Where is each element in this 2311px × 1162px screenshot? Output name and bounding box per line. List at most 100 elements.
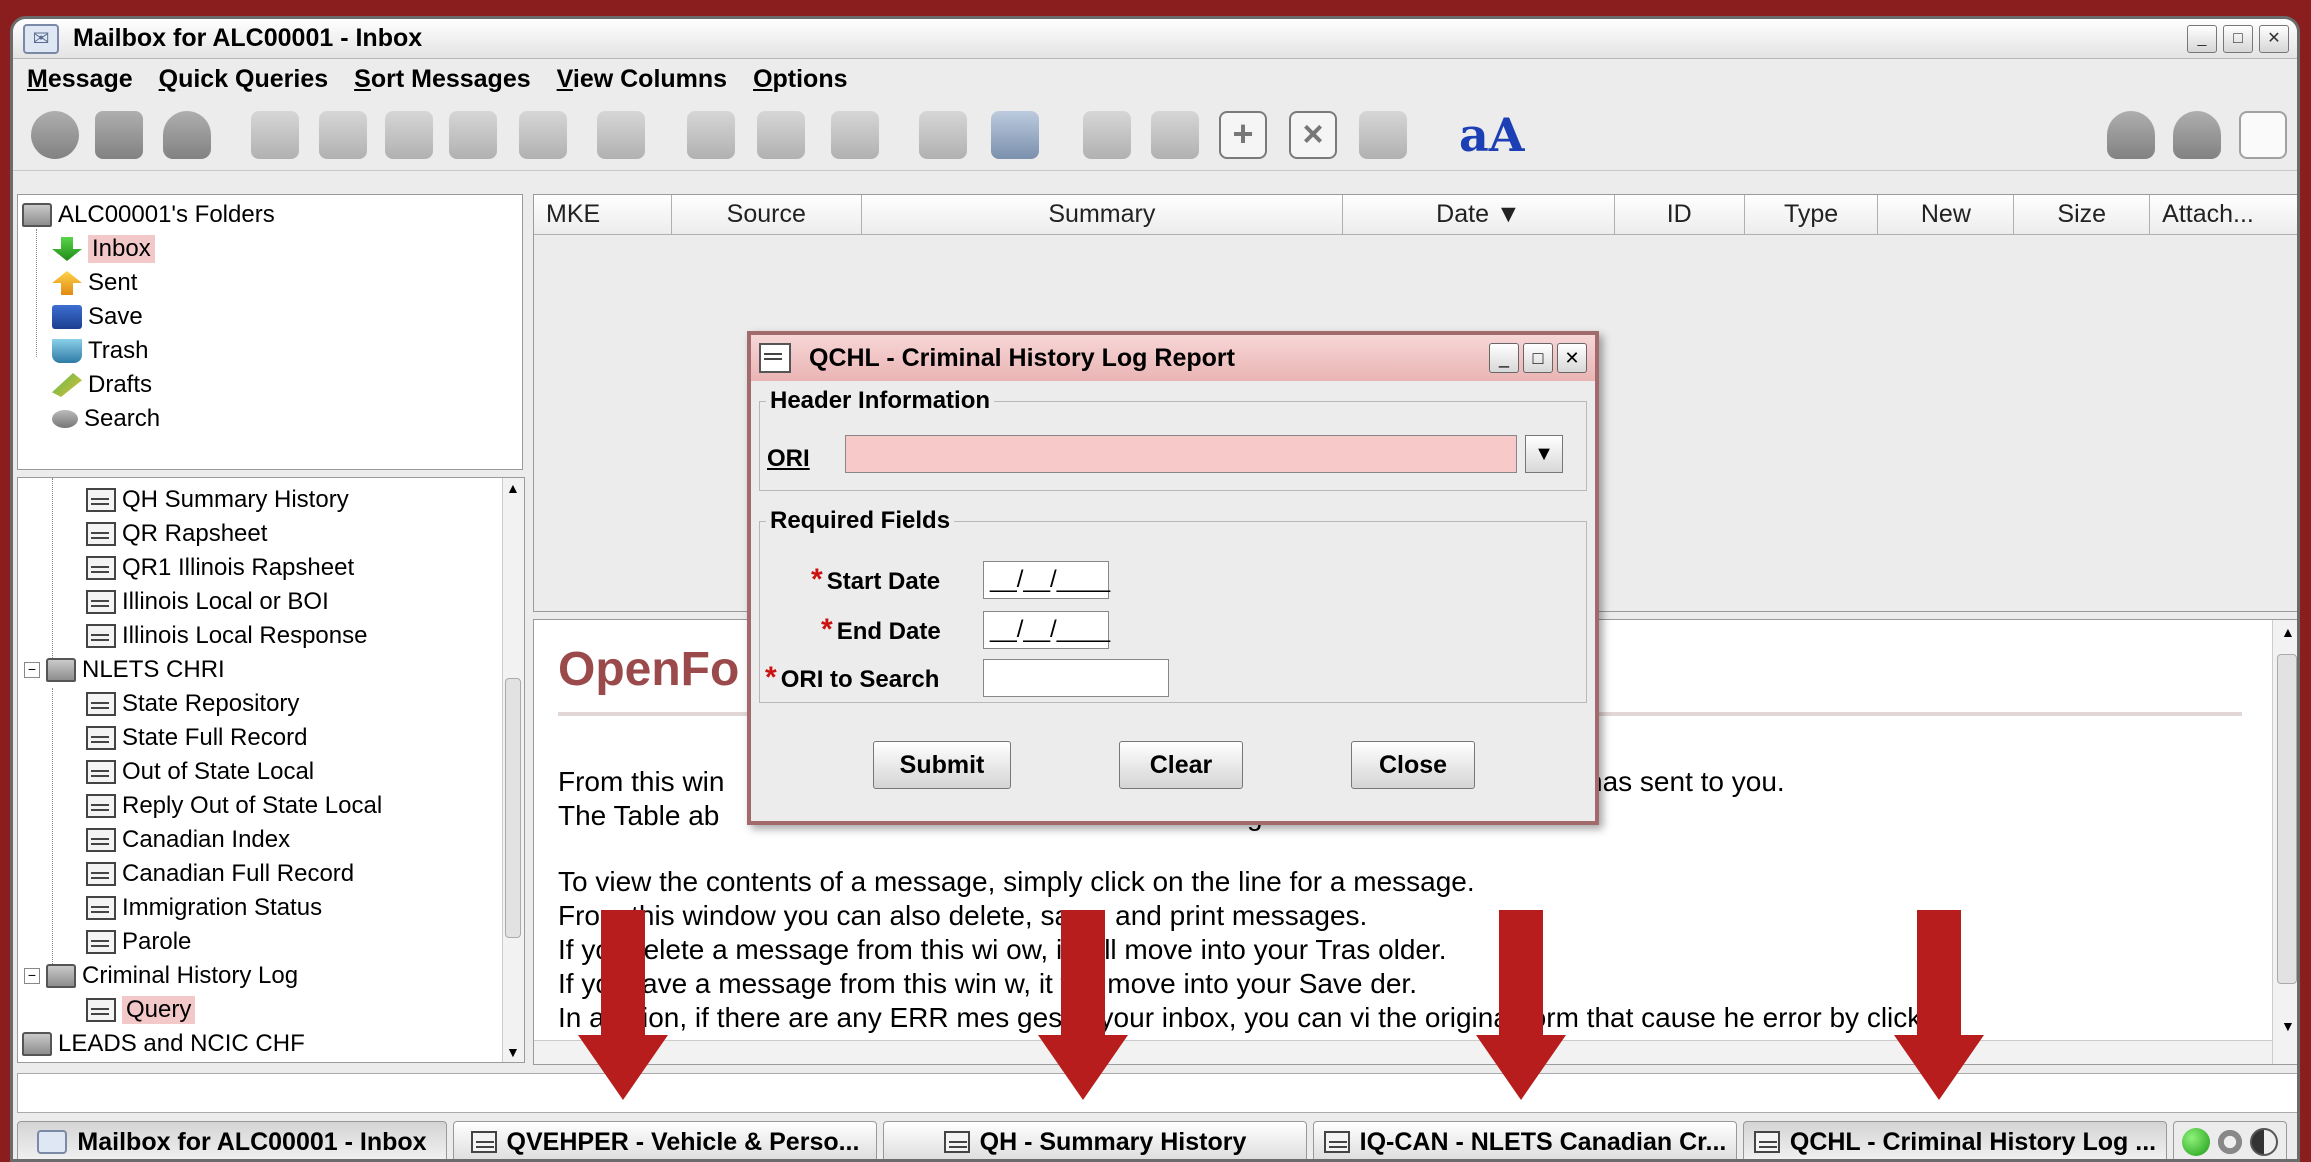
reply-icon[interactable] <box>449 111 497 159</box>
menu-view-columns[interactable]: View Columns <box>557 65 727 94</box>
tree-item[interactable]: QR Rapsheet <box>86 518 267 550</box>
print-icon[interactable] <box>687 111 735 159</box>
col-mke[interactable]: MKE <box>534 195 672 234</box>
dialog-minimize-button[interactable]: _ <box>1489 343 1519 373</box>
dialog-titlebar: QCHL - Criminal History Log Report _ □ ✕ <box>751 335 1595 381</box>
find-message-icon[interactable] <box>319 111 367 159</box>
printer-icon[interactable] <box>919 111 967 159</box>
tree-group-nlets[interactable]: NLETS CHRI <box>46 654 225 686</box>
print-all-icon[interactable] <box>757 111 805 159</box>
folder-inbox[interactable]: Inbox <box>52 233 155 265</box>
form-icon[interactable] <box>1083 111 1131 159</box>
folder-sent[interactable]: Sent <box>52 267 137 299</box>
tree-item[interactable]: State Repository <box>86 688 299 720</box>
col-size[interactable]: Size <box>2014 195 2151 234</box>
minimize-button[interactable]: _ <box>2187 25 2217 53</box>
search-icon[interactable] <box>31 111 79 159</box>
folders-root[interactable]: ALC00001's Folders <box>22 199 275 231</box>
preview-vscrollbar[interactable]: ▲ ▼ <box>2272 620 2297 1064</box>
task-qvehper[interactable]: QVEHPER - Vehicle & Perso... <box>453 1121 877 1159</box>
bin-icon[interactable] <box>2173 111 2221 159</box>
add-icon[interactable]: + <box>1219 111 1267 159</box>
col-attach[interactable]: Attach... <box>2150 195 2297 234</box>
tree-item[interactable]: Canadian Index <box>86 824 290 856</box>
menu-message[interactable]: Message <box>27 65 133 94</box>
tree-item[interactable]: QR1 Illinois Rapsheet <box>86 552 354 584</box>
form-icon <box>470 1131 497 1153</box>
task-qh[interactable]: QH - Summary History <box>883 1121 1307 1159</box>
open-message-icon[interactable] <box>251 111 299 159</box>
tree-group-criminal-history-log[interactable]: Criminal History Log <box>46 960 298 992</box>
close-window-button[interactable]: ✕ <box>2259 25 2289 53</box>
folder-trash[interactable]: Trash <box>52 335 148 367</box>
form-icon <box>86 760 116 784</box>
tree-group-leads[interactable]: LEADS and NCIC CHF <box>22 1028 305 1060</box>
font-size-icon[interactable]: aA <box>1459 111 1525 159</box>
ori-to-search-field[interactable] <box>983 659 1169 697</box>
tree-item[interactable]: Illinois Local or BOI <box>86 586 329 618</box>
task-mailbox[interactable]: Mailbox for ALC00001 - Inbox <box>17 1121 447 1159</box>
blank-icon[interactable] <box>2239 111 2287 159</box>
inbox-arrow-icon <box>52 237 82 261</box>
status-ok-icon[interactable] <box>2182 1128 2210 1156</box>
collapse-nlets-button[interactable]: − <box>24 662 40 678</box>
print-preview-icon[interactable] <box>831 111 879 159</box>
menu-options[interactable]: Options <box>753 65 847 94</box>
chevron-down-icon[interactable]: ▼ <box>1525 435 1563 473</box>
task-qchl[interactable]: QCHL - Criminal History Log ... <box>1743 1121 2167 1159</box>
tree-item[interactable]: Out of State Local <box>86 756 314 788</box>
folder-drafts[interactable]: Drafts <box>52 369 152 401</box>
tree-item[interactable]: Canadian Full Record <box>86 858 354 890</box>
tree-item-label: Out of State Local <box>122 758 315 785</box>
trash-icon[interactable] <box>163 111 211 159</box>
col-date[interactable]: Date ▼ <box>1343 195 1615 234</box>
col-type[interactable]: Type <box>1745 195 1879 234</box>
submit-button[interactable]: Submit <box>873 741 1011 789</box>
col-new[interactable]: New <box>1878 195 2015 234</box>
tree-scrollbar[interactable]: ▲ ▼ <box>502 478 524 1062</box>
gear-icon[interactable] <box>2216 1128 2244 1156</box>
dialog-maximize-button[interactable]: □ <box>1523 343 1553 373</box>
scroll-down-arrow[interactable]: ▼ <box>2281 1018 2295 1034</box>
tree-item[interactable]: Reply Out of State Local <box>86 790 382 822</box>
tree-item[interactable]: State Full Record <box>86 722 307 754</box>
folder-save[interactable]: Save <box>52 301 143 333</box>
scroll-thumb[interactable] <box>2277 654 2297 984</box>
tree-item[interactable]: Illinois Local Response <box>86 620 367 652</box>
col-id[interactable]: ID <box>1615 195 1745 234</box>
edit-message-icon[interactable] <box>385 111 433 159</box>
reply-all-icon[interactable] <box>519 111 567 159</box>
preview-hscrollbar[interactable] <box>534 1040 2272 1064</box>
scroll-up-arrow[interactable]: ▲ <box>506 480 520 496</box>
col-source[interactable]: Source <box>672 195 862 234</box>
tree-item[interactable]: QH Summary History <box>86 484 349 516</box>
clear-button[interactable]: Clear <box>1119 741 1243 789</box>
dialog-close-icon[interactable]: ✕ <box>1557 343 1587 373</box>
menu-sort-messages[interactable]: Sort Messages <box>354 65 530 94</box>
close-button[interactable]: Close <box>1351 741 1475 789</box>
report-icon[interactable] <box>991 111 1039 159</box>
end-date-field[interactable]: __/__/____ <box>983 611 1110 649</box>
scroll-up-arrow[interactable]: ▲ <box>2281 624 2295 640</box>
ori-combobox[interactable] <box>845 435 1517 473</box>
tree-item[interactable]: Immigration Status <box>86 892 322 924</box>
start-date-field[interactable]: __/__/____ <box>983 561 1110 599</box>
refresh-icon[interactable] <box>1359 111 1407 159</box>
menu-quick-queries[interactable]: Quick Queries <box>159 65 329 94</box>
scroll-down-arrow[interactable]: ▼ <box>506 1044 520 1060</box>
folder-search[interactable]: Search <box>52 403 160 435</box>
save-icon[interactable] <box>95 111 143 159</box>
hat-icon[interactable] <box>2107 111 2155 159</box>
forward-icon[interactable] <box>597 111 645 159</box>
task-iq-can[interactable]: IQ-CAN - NLETS Canadian Cr... <box>1313 1121 1737 1159</box>
delete-icon[interactable]: × <box>1289 111 1337 159</box>
moon-icon[interactable] <box>2250 1128 2278 1156</box>
collapse-chl-button[interactable]: − <box>24 968 40 984</box>
tree-item-query[interactable]: Query <box>86 994 196 1026</box>
maximize-button[interactable]: □ <box>2223 25 2253 53</box>
edit-form-icon[interactable] <box>1151 111 1199 159</box>
scroll-thumb[interactable] <box>505 678 521 938</box>
form-icon <box>759 343 791 373</box>
tree-item[interactable]: Parole <box>86 926 191 958</box>
col-summary[interactable]: Summary <box>862 195 1344 234</box>
